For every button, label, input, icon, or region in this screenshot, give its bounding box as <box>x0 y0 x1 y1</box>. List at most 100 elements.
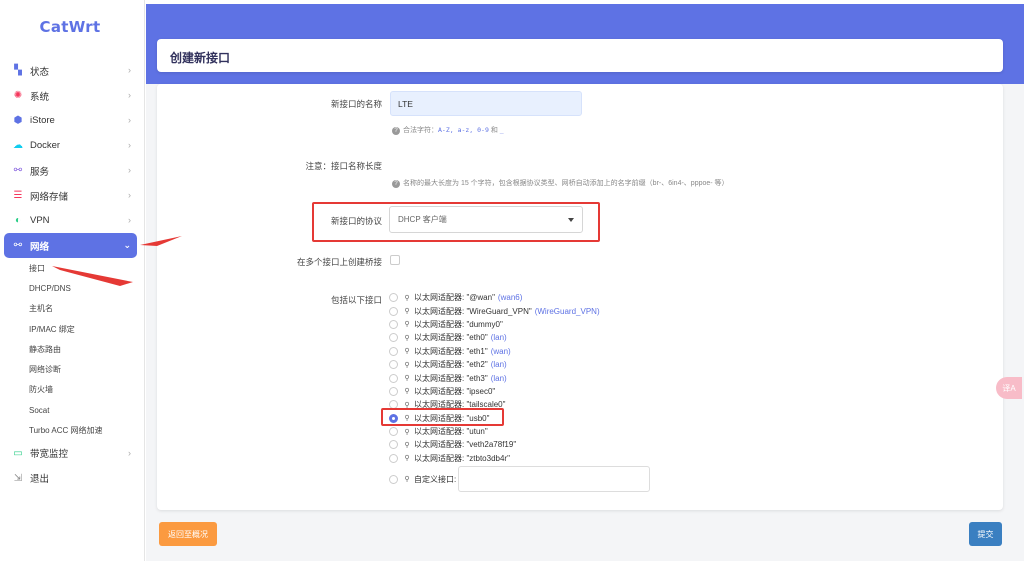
interface-label: 以太网适配器: "eth1" <box>414 346 488 356</box>
monitor-icon: ▭ <box>13 447 23 459</box>
gear-icon: ✺ <box>13 90 23 101</box>
sidebar-item-4[interactable]: ⚯ 服务 › <box>4 158 137 183</box>
sidebar-item-3[interactable]: ☁ Docker › <box>4 133 137 158</box>
custom-interface-label: 自定义接口: <box>414 474 457 484</box>
include-label: 包括以下接口 <box>330 295 382 305</box>
name-hint-underscore: _ <box>499 126 504 134</box>
sidebar-item-label: 系统 <box>30 91 50 103</box>
chevron-right-icon: › <box>128 190 131 200</box>
submenu-item[interactable]: 静态路由 <box>29 339 137 359</box>
interface-option[interactable]: ⚲ 以太网适配器: "utun" <box>389 425 669 438</box>
interface-zone: (lan) <box>490 333 507 343</box>
sidebar-item-0[interactable]: ▚ 状态 › <box>4 58 137 83</box>
chevron-right-icon: › <box>128 447 131 458</box>
interface-zone: (wan6) <box>497 293 523 303</box>
chevron-right-icon: › <box>128 90 131 100</box>
annotation-box-usb0 <box>381 408 504 426</box>
interface-option[interactable]: ⚲ 以太网适配器: "dummy0" <box>389 318 669 331</box>
chevron-right-icon: › <box>128 165 131 175</box>
ethernet-icon: ⚲ <box>404 428 410 436</box>
interface-zone: (WireGuard_VPN) <box>534 306 600 316</box>
vpn-icon: ◐ <box>14 215 22 226</box>
submenu-item[interactable]: Turbo ACC 网络加速 <box>29 420 137 440</box>
interface-radio[interactable] <box>389 306 398 316</box>
submenu-item[interactable]: 防火墙 <box>29 380 137 400</box>
sidebar-item-1[interactable]: ✺ 系统 › <box>4 83 137 108</box>
sidebar-item-after-1[interactable]: ⇲ 退出 <box>4 466 137 491</box>
interface-option[interactable]: ⚲ 以太网适配器: "eth2" (lan) <box>389 358 669 371</box>
box-icon: ⬢ <box>13 115 23 126</box>
ethernet-icon: ⚲ <box>404 388 410 396</box>
interface-zone: (wan) <box>490 346 511 356</box>
interface-radio[interactable] <box>389 386 398 396</box>
sidebar-item-label: VPN <box>30 215 50 226</box>
ethernet-icon: ⚲ <box>404 441 410 449</box>
dashboard-icon: ▚ <box>14 65 22 76</box>
sidebar-item-after-0[interactable]: ▭ 带宽监控 › <box>4 441 137 466</box>
sidebar-item-label: 网络存储 <box>30 191 69 203</box>
page-title: 创建新接口 <box>170 51 231 65</box>
submenu-item[interactable]: IP/MAC 绑定 <box>29 319 137 339</box>
brand-logo[interactable]: CatWrt <box>0 18 140 36</box>
chevron-right-icon: › <box>128 65 131 75</box>
docker-icon: ☁ <box>13 140 23 151</box>
interface-radio[interactable] <box>389 453 398 463</box>
interface-radio[interactable] <box>389 373 398 383</box>
database-icon: ☰ <box>13 190 23 201</box>
ethernet-icon: ⚲ <box>404 375 410 383</box>
help-icon: ? <box>392 180 400 188</box>
interface-option[interactable]: ⚲ 以太网适配器: "veth2a78f19" <box>389 438 669 451</box>
interface-radio[interactable] <box>389 293 398 303</box>
ethernet-icon: ⚲ <box>404 321 410 329</box>
sidebar-menu: ▚ 状态 › ✺ 系统 › ⬢ iStore › ☁ Docker › ⚯ 服务 › ☰ 网络存储 › ◐ VPN › ⚯… <box>4 58 137 491</box>
interface-radio[interactable] <box>389 346 398 356</box>
sidebar-item-label: 服务 <box>30 166 50 178</box>
ethernet-icon: ⚲ <box>404 334 410 342</box>
back-to-overview-button[interactable]: 返回至概况 <box>159 522 217 546</box>
sidebar-item-6[interactable]: ◐ VPN › <box>4 208 137 233</box>
chevron-right-icon: › <box>128 115 131 125</box>
custom-interface-radio[interactable] <box>389 474 398 484</box>
interface-name-input[interactable]: LTE <box>390 91 582 116</box>
ethernet-icon: ⚲ <box>404 308 410 316</box>
submenu-item[interactable]: DHCP/DNS <box>29 278 137 298</box>
interface-option[interactable]: ⚲ 以太网适配器: "@wan" (wan6) <box>389 291 669 304</box>
interface-option[interactable]: ⚲ 以太网适配器: "ztbto3db4r" <box>389 452 669 465</box>
sidebar-item-7[interactable]: ⚯ 网络 ⌄ <box>4 233 137 258</box>
translate-float-button[interactable]: 译A <box>996 377 1022 399</box>
interface-label: 以太网适配器: "WireGuard_VPN" <box>414 306 532 316</box>
submenu-item[interactable]: 主机名 <box>29 299 137 319</box>
interface-radio[interactable] <box>389 333 398 343</box>
chevron-right-icon: › <box>128 215 131 225</box>
bridge-checkbox[interactable] <box>390 255 400 265</box>
interface-list: ⚲ 以太网适配器: "@wan" (wan6) ⚲ 以太网适配器: "WireGuard… <box>389 291 669 465</box>
submenu-item[interactable]: 接口 <box>29 258 137 278</box>
interface-option[interactable]: ⚲ 以太网适配器: "eth1" (wan) <box>389 345 669 358</box>
logout-icon: ⇲ <box>13 472 23 484</box>
interface-option[interactable]: ⚲ 以太网适配器: "eth0" (lan) <box>389 331 669 344</box>
interface-option[interactable]: ⚲ 以太网适配器: "ipsec0" <box>389 385 669 398</box>
sidebar-item-label: iStore <box>30 115 55 126</box>
submenu-item[interactable]: Socat <box>29 400 137 420</box>
interface-radio[interactable] <box>389 319 398 329</box>
ethernet-icon: ⚲ <box>404 455 410 463</box>
interface-label: 以太网适配器: "eth3" <box>414 373 488 383</box>
interface-option[interactable]: ⚲ 以太网适配器: "eth3" (lan) <box>389 371 669 384</box>
note-hint: ? 名称的最大长度为 15 个字符，包含根据协议类型、网桥自动添加上的名字前缀（b… <box>392 178 792 188</box>
interface-radio[interactable] <box>389 427 398 437</box>
interface-option[interactable]: ⚲ 以太网适配器: "WireGuard_VPN" (WireGuard_VPN) <box>389 304 669 317</box>
network-submenu: 接口 DHCP/DNS 主机名 IP/MAC 绑定 静态路由 网络诊断 防火墙 Socat Tu… <box>4 258 137 441</box>
submit-button[interactable]: 提交 <box>969 522 1002 546</box>
annotation-box-protocol <box>312 202 600 242</box>
interface-label: 以太网适配器: "dummy0" <box>414 319 503 329</box>
custom-interface-input[interactable] <box>458 466 651 492</box>
page-title-card: 创建新接口 <box>157 39 1003 72</box>
interface-label: 以太网适配器: "veth2a78f19" <box>414 440 517 450</box>
sidebar-item-label: 网络 <box>30 241 50 253</box>
interface-radio[interactable] <box>389 440 398 450</box>
interface-radio[interactable] <box>389 360 398 370</box>
submenu-item[interactable]: 网络诊断 <box>29 359 137 379</box>
note-label: 注意：接口名称长度 <box>305 161 382 171</box>
sidebar-item-5[interactable]: ☰ 网络存储 › <box>4 183 137 208</box>
sidebar-item-2[interactable]: ⬢ iStore › <box>4 108 137 133</box>
